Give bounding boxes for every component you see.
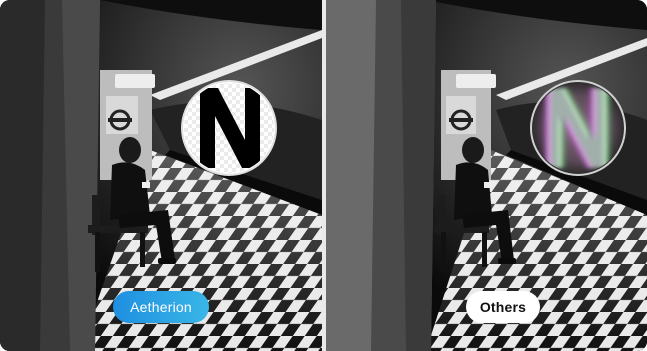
aetherion-label-pill[interactable]: Aetherion	[113, 291, 209, 323]
comparison-frame: Aetherion Others	[0, 0, 647, 351]
zoom-lens-blurry-icon	[530, 80, 626, 176]
others-label-pill[interactable]: Others	[466, 291, 540, 323]
zoom-lens-crisp-icon	[181, 80, 277, 176]
